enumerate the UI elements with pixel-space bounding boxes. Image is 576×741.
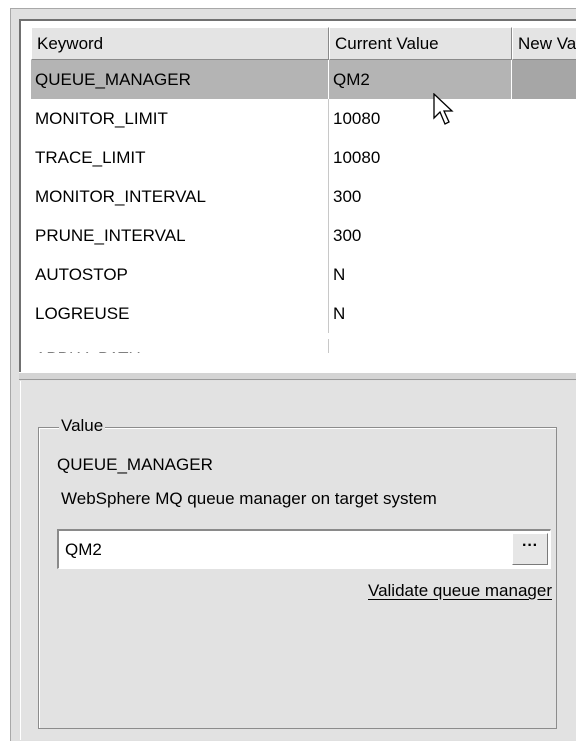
cell-new-value[interactable] (512, 177, 576, 216)
cell-new-value[interactable] (512, 294, 576, 333)
cell-keyword: PRUNE_INTERVAL (31, 216, 329, 255)
cell-keyword: MONITOR_INTERVAL (31, 177, 329, 216)
cell-current-value: N (333, 304, 346, 323)
column-header-current-value[interactable]: Current Value (329, 27, 512, 60)
cell-current-value: N (333, 265, 346, 284)
cell-current-value (329, 333, 512, 353)
selected-keyword-label: QUEUE_MANAGER (57, 455, 213, 474)
table-row[interactable]: PRUNE_INTERVAL 300 (31, 216, 576, 255)
browse-button[interactable]: ··· (512, 533, 548, 565)
table-row[interactable]: QUEUE_MANAGER QM2 (31, 60, 576, 99)
cell-new-value[interactable] (512, 216, 576, 255)
cell-keyword: TRACE_LIMIT (31, 138, 329, 177)
cell-current-value: 10080 (333, 148, 381, 167)
cell-new-value[interactable] (512, 255, 576, 294)
cell-keyword: MONITOR_LIMIT (31, 99, 329, 138)
cell-keyword: QUEUE_MANAGER (31, 60, 329, 99)
column-header-keyword[interactable]: Keyword (31, 27, 329, 60)
keyword-description: WebSphere MQ queue manager on target sys… (61, 489, 437, 508)
value-group-label: Value (59, 415, 106, 437)
cell-new-value[interactable] (512, 138, 576, 177)
cell-new-value[interactable] (512, 60, 576, 99)
table-row[interactable]: MONITOR_LIMIT 10080 (31, 99, 576, 138)
cell-current-value: 300 (333, 187, 362, 206)
table-row[interactable]: LOGREUSE N (31, 294, 576, 333)
column-header-new-value[interactable]: New Value (512, 27, 576, 60)
table-row[interactable]: MONITOR_INTERVAL 300 (31, 177, 576, 216)
table-header: Keyword Current Value New Value (31, 27, 576, 60)
value-input-text: QM2 (65, 540, 102, 559)
table-body[interactable]: QUEUE_MANAGER QM2 MONITOR_LIMIT 10080 TR… (31, 60, 576, 360)
table-row[interactable]: APPLY_PATH (31, 333, 576, 353)
value-input-field[interactable]: QM2 ··· (57, 529, 551, 569)
cell-new-value[interactable] (512, 333, 576, 353)
value-pane: Value QUEUE_MANAGER WebSphere MQ queue m… (20, 381, 576, 740)
cell-keyword: LOGREUSE (31, 294, 329, 333)
mouse-pointer-icon (433, 93, 454, 125)
keyword-table: Keyword Current Value New Value QUEUE_MA… (19, 19, 576, 373)
validate-queue-manager-link[interactable]: Validate queue manager (368, 581, 552, 601)
cell-current-value: 300 (333, 226, 362, 245)
cell-keyword: AUTOSTOP (31, 255, 329, 294)
table-row[interactable]: TRACE_LIMIT 10080 (31, 138, 576, 177)
cell-keyword: APPLY_PATH (31, 339, 329, 353)
cell-new-value[interactable] (512, 99, 576, 138)
cell-current-value: QM2 (329, 60, 512, 99)
table-row[interactable]: AUTOSTOP N (31, 255, 576, 294)
pane-splitter[interactable] (19, 372, 576, 380)
cell-current-value: 10080 (333, 109, 381, 128)
